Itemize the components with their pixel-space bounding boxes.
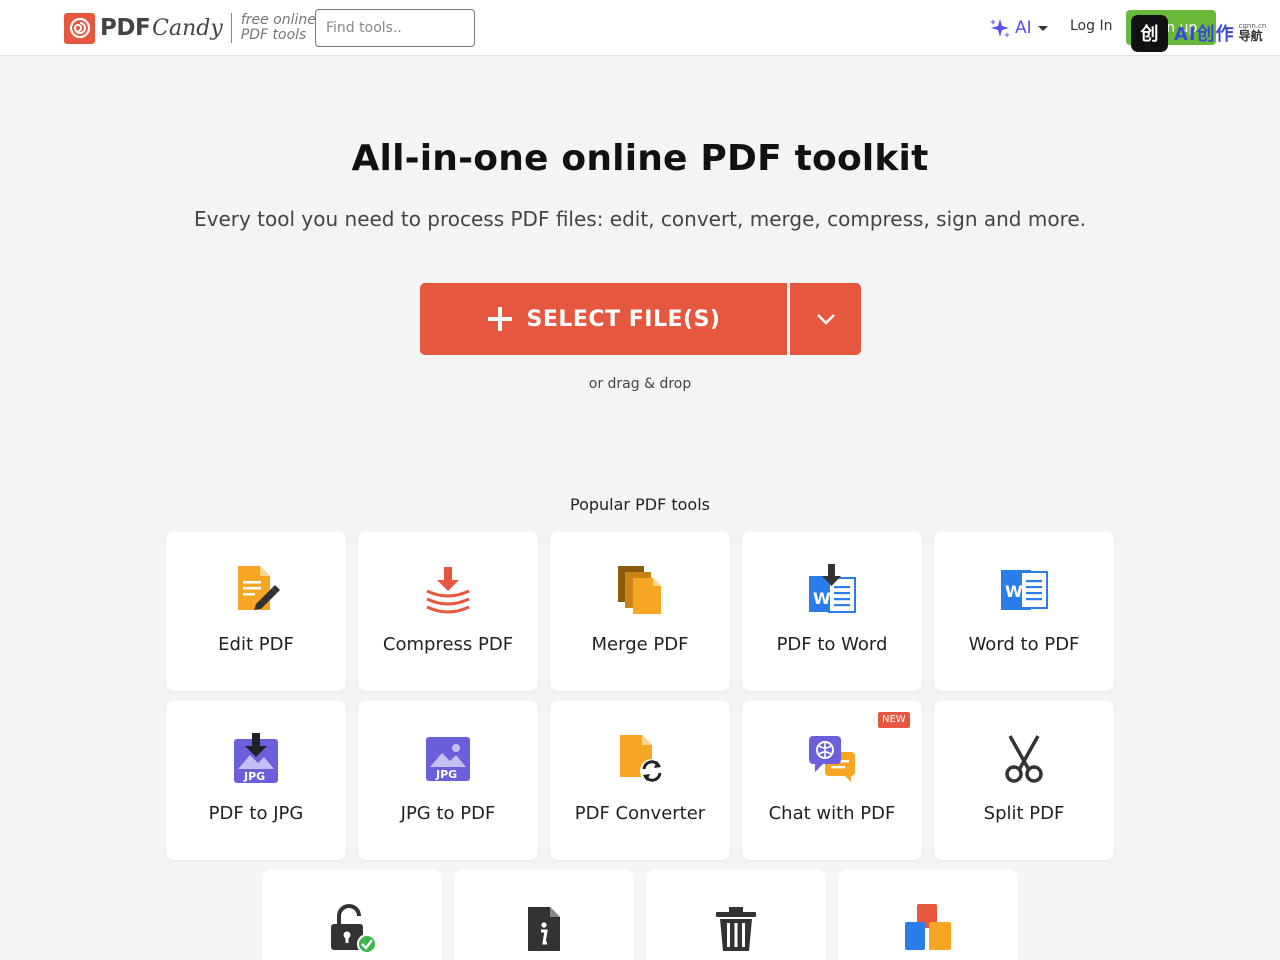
brand-tagline: free online PDF tools xyxy=(241,13,316,43)
candy-swirl-icon xyxy=(64,12,95,44)
pdf-info-icon xyxy=(519,903,569,953)
top-header: PDF Candy free online PDF tools AI Log I… xyxy=(0,0,1280,56)
edit-pdf-icon xyxy=(231,565,281,615)
drag-drop-hint: or drag & drop xyxy=(588,376,692,392)
merge-pdf-icon xyxy=(615,565,665,615)
overlay-nav-group: cgnn.cn 导航 xyxy=(1239,23,1267,43)
page-subtitle: Every tool you need to process PDF files… xyxy=(193,207,1087,231)
pdf-converter-icon xyxy=(615,734,665,784)
tool-label: Merge PDF xyxy=(591,634,689,655)
tool-pdf-info[interactable] xyxy=(454,870,634,960)
tool-jpg-to-pdf[interactable]: JPG JPG to PDF xyxy=(358,701,538,860)
tool-label: Chat with PDF xyxy=(768,803,896,824)
plus-icon xyxy=(487,307,512,331)
tool-label: Split PDF xyxy=(983,803,1065,824)
select-files-button[interactable]: SELECT FILE(S) xyxy=(420,283,787,355)
tagline-line-2: PDF tools xyxy=(240,27,307,43)
page-title: All-in-one online PDF toolkit xyxy=(351,138,929,179)
chevron-down-icon xyxy=(816,314,835,325)
pdf-to-jpg-icon: JPG xyxy=(231,733,281,784)
tool-label: Compress PDF xyxy=(382,634,514,655)
tool-label: PDF to JPG xyxy=(208,803,304,824)
select-files-label: SELECT FILE(S) xyxy=(526,306,721,332)
scissors-icon xyxy=(999,734,1049,784)
tool-label: Edit PDF xyxy=(218,634,294,655)
tool-split-pdf[interactable]: Split PDF xyxy=(934,701,1114,860)
tool-organize-pdf[interactable] xyxy=(838,870,1018,960)
tool-word-to-pdf[interactable]: W Word to PDF xyxy=(934,532,1114,691)
login-link[interactable]: Log In xyxy=(1070,18,1112,34)
tool-edit-pdf[interactable]: Edit PDF xyxy=(166,532,346,691)
tool-label: Word to PDF xyxy=(968,634,1080,655)
tagline-line-1: free online xyxy=(240,12,316,28)
jpg-to-pdf-icon: JPG xyxy=(423,734,473,784)
ai-label: AI xyxy=(1015,18,1032,38)
ai-nav-overlay-badge[interactable]: 创 AI创作 cgnn.cn 导航 xyxy=(1131,14,1266,52)
overlay-text: AI创作 xyxy=(1174,24,1235,45)
tool-label: JPG to PDF xyxy=(400,803,496,824)
tool-pdf-to-word[interactable]: W PDF to Word xyxy=(742,532,922,691)
tool-pdf-to-jpg[interactable]: JPG PDF to JPG xyxy=(166,701,346,860)
find-tools-input[interactable] xyxy=(315,9,475,47)
popular-tools-heading: Popular PDF tools xyxy=(570,495,710,514)
logo-divider xyxy=(230,13,232,43)
word-to-pdf-icon: W xyxy=(999,565,1049,615)
brand-name: PDF Candy xyxy=(100,14,223,41)
svg-text:JPG: JPG xyxy=(243,770,265,783)
upload-source-dropdown[interactable] xyxy=(790,283,861,355)
brand-pdf: PDF xyxy=(100,14,151,41)
sparkle-icon xyxy=(990,19,1010,38)
site-logo[interactable]: PDF Candy free online PDF tools xyxy=(64,12,316,44)
organize-pdf-icon xyxy=(903,903,953,953)
tool-label: PDF Converter xyxy=(574,803,706,824)
tool-merge-pdf[interactable]: Merge PDF xyxy=(550,532,730,691)
tool-chat-with-pdf[interactable]: NEW Chat with PDF xyxy=(742,701,922,860)
tool-compress-pdf[interactable]: Compress PDF xyxy=(358,532,538,691)
ai-nav-logo-icon: 创 xyxy=(1131,14,1168,52)
tool-label: PDF to Word xyxy=(776,634,888,655)
trash-icon xyxy=(711,903,761,953)
tool-unlock-pdf[interactable] xyxy=(262,870,442,960)
caret-down-icon xyxy=(1037,25,1048,31)
svg-text:W: W xyxy=(1005,582,1023,601)
new-badge: NEW xyxy=(878,712,910,728)
overlay-nav: 导航 xyxy=(1238,29,1263,43)
svg-text:W: W xyxy=(813,589,831,608)
compress-pdf-icon xyxy=(423,565,473,615)
overlay-icon-glyph: 创 xyxy=(1140,24,1159,45)
pdf-to-word-icon: W xyxy=(807,564,857,615)
tool-pdf-converter[interactable]: PDF Converter xyxy=(550,701,730,860)
tool-delete-pages[interactable] xyxy=(646,870,826,960)
svg-text:JPG: JPG xyxy=(435,768,457,781)
ai-menu-button[interactable]: AI xyxy=(989,17,1048,39)
chat-with-pdf-icon xyxy=(807,734,857,784)
brand-candy: Candy xyxy=(152,15,223,41)
unlock-pdf-icon xyxy=(327,903,377,954)
